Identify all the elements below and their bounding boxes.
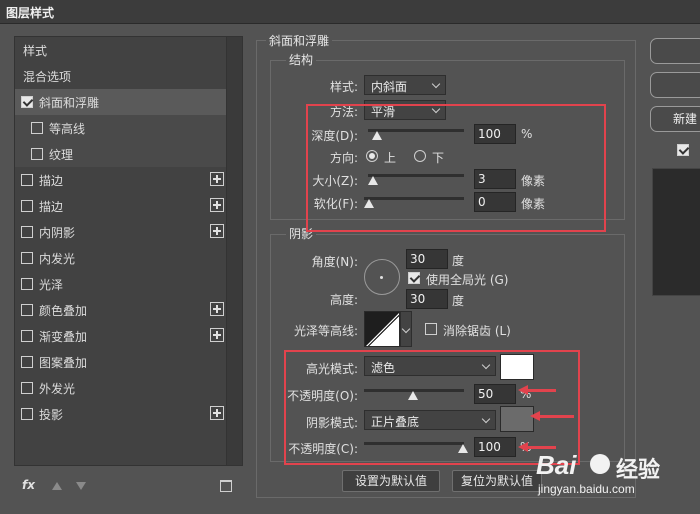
select-value: 内斜面 <box>371 80 408 94</box>
sidebar-item-drop-shadow[interactable]: 投影 <box>15 401 226 427</box>
sidebar-item-label: 颜色叠加 <box>39 304 88 318</box>
add-effect-icon[interactable] <box>210 224 224 238</box>
chevron-down-icon <box>401 324 411 334</box>
structure-legend: 结构 <box>286 51 317 68</box>
sidebar-item-pattern-overlay[interactable]: 图案叠加 <box>15 349 226 375</box>
watermark-url: jingyan.baidu.com <box>538 482 635 496</box>
gloss-contour-dropdown[interactable] <box>400 311 412 347</box>
sidebar-item-stroke-2[interactable]: 描边 <box>15 193 226 219</box>
sidebar-item-label: 内阴影 <box>39 226 76 240</box>
style-label: 样式: <box>329 80 358 94</box>
outer-glow-checkbox[interactable] <box>21 382 33 394</box>
sidebar-item-inner-glow[interactable]: 内发光 <box>15 245 226 271</box>
move-up-icon[interactable] <box>52 482 62 490</box>
sidebar-item-label: 渐变叠加 <box>39 330 88 344</box>
fx-icon[interactable]: fx <box>22 478 35 492</box>
style-preview-thumbnail <box>652 168 700 296</box>
sidebar-item-contour[interactable]: 等高线 <box>15 115 226 141</box>
altitude-label: 高度: <box>329 293 358 307</box>
annotation-arrow-icon <box>518 385 556 395</box>
sidebar-item-label: 纹理 <box>49 148 74 162</box>
pattern-overlay-checkbox[interactable] <box>21 356 33 368</box>
trash-icon[interactable] <box>220 480 232 492</box>
sidebar-item-label: 描边 <box>39 174 64 188</box>
cancel-button[interactable] <box>650 72 700 98</box>
gradient-overlay-checkbox[interactable] <box>21 330 33 342</box>
sidebar-item-label: 样式 <box>23 44 48 58</box>
add-effect-icon[interactable] <box>210 406 224 420</box>
angle-input[interactable]: 30 <box>406 249 448 269</box>
title-bar: 图层样式 <box>0 0 700 24</box>
sidebar-item-label: 混合选项 <box>23 70 72 84</box>
sidebar-item-outer-glow[interactable]: 外发光 <box>15 375 226 401</box>
gloss-contour-thumbnail[interactable] <box>364 311 400 347</box>
inner-shadow-checkbox[interactable] <box>21 226 33 238</box>
sidebar-item-label: 斜面和浮雕 <box>39 96 100 110</box>
styles-list-toolbar: fx <box>14 472 243 502</box>
add-effect-icon[interactable] <box>210 328 224 342</box>
chevron-down-icon <box>431 79 441 89</box>
sidebar-item-gradient-overlay[interactable]: 渐变叠加 <box>15 323 226 349</box>
bevel-style-select[interactable]: 内斜面 <box>364 75 446 95</box>
sidebar-item-label: 外发光 <box>39 382 76 396</box>
sidebar-item-label: 图案叠加 <box>39 356 88 370</box>
annotation-box-structure <box>306 104 606 232</box>
stroke-checkbox[interactable] <box>21 200 33 212</box>
altitude-input[interactable]: 30 <box>406 289 448 309</box>
gloss-contour-label: 光泽等高线: <box>293 324 358 338</box>
paw-icon <box>590 454 610 474</box>
sidebar-item-satin[interactable]: 光泽 <box>15 271 226 297</box>
bevel-emboss-checkbox[interactable] <box>21 96 33 108</box>
sidebar-item-color-overlay[interactable]: 颜色叠加 <box>15 297 226 323</box>
satin-checkbox[interactable] <box>21 278 33 290</box>
sidebar-item-label: 描边 <box>39 200 64 214</box>
add-effect-icon[interactable] <box>210 172 224 186</box>
bevel-emboss-legend: 斜面和浮雕 <box>266 32 333 49</box>
sidebar-item-blending-options[interactable]: 混合选项 <box>15 63 226 89</box>
add-effect-icon[interactable] <box>210 302 224 316</box>
styles-list: 样式 混合选项 斜面和浮雕 等高线 纹理 描边 描边 内阴影 内发光 光泽 颜色… <box>14 36 243 466</box>
new-style-label: 新建 <box>673 112 698 126</box>
sidebar-item-inner-shadow[interactable]: 内阴影 <box>15 219 226 245</box>
input-value: 30 <box>410 252 426 266</box>
add-effect-icon[interactable] <box>210 198 224 212</box>
baidu-watermark: Bai 经验 jingyan.baidu.com <box>528 448 700 498</box>
styles-list-panel: 样式 混合选项 斜面和浮雕 等高线 纹理 描边 描边 内阴影 内发光 光泽 颜色… <box>14 36 243 506</box>
angle-unit: 度 <box>452 254 465 268</box>
sidebar-item-label: 光泽 <box>39 278 64 292</box>
watermark-brand-2: 经验 <box>616 457 661 482</box>
make-default-button[interactable]: 设置为默认值 <box>342 470 440 492</box>
styles-list-scrollbar[interactable] <box>226 37 242 465</box>
sidebar-item-label: 等高线 <box>49 122 86 136</box>
color-overlay-checkbox[interactable] <box>21 304 33 316</box>
sidebar-item-label: 投影 <box>39 408 64 422</box>
inner-glow-checkbox[interactable] <box>21 252 33 264</box>
move-down-icon[interactable] <box>76 482 86 490</box>
sidebar-item-stroke-1[interactable]: 描边 <box>15 167 226 193</box>
anti-alias-label: 消除锯齿 (L) <box>443 324 511 338</box>
sidebar-item-texture[interactable]: 纹理 <box>15 141 226 167</box>
drop-shadow-checkbox[interactable] <box>21 408 33 420</box>
ok-button[interactable] <box>650 38 700 64</box>
anti-alias-checkbox[interactable] <box>425 323 437 335</box>
window-title: 图层样式 <box>6 6 55 20</box>
preview-checkbox[interactable] <box>677 144 689 156</box>
global-light-checkbox[interactable] <box>408 272 420 284</box>
light-angle-dial[interactable] <box>364 259 400 295</box>
global-light-label: 使用全局光 (G) <box>426 273 509 287</box>
new-style-button[interactable]: 新建 <box>650 106 700 132</box>
sidebar-item-label: 内发光 <box>39 252 76 266</box>
sidebar-item-bevel-emboss[interactable]: 斜面和浮雕 <box>15 89 226 115</box>
contour-checkbox[interactable] <box>31 122 43 134</box>
angle-label: 角度(N): <box>311 255 358 269</box>
watermark-brand: Bai <box>536 450 577 480</box>
annotation-arrow-icon <box>530 411 574 421</box>
stroke-checkbox[interactable] <box>21 174 33 186</box>
texture-checkbox[interactable] <box>31 148 43 160</box>
altitude-unit: 度 <box>452 294 465 308</box>
sidebar-item-styles[interactable]: 样式 <box>15 37 226 63</box>
input-value: 30 <box>410 292 426 306</box>
